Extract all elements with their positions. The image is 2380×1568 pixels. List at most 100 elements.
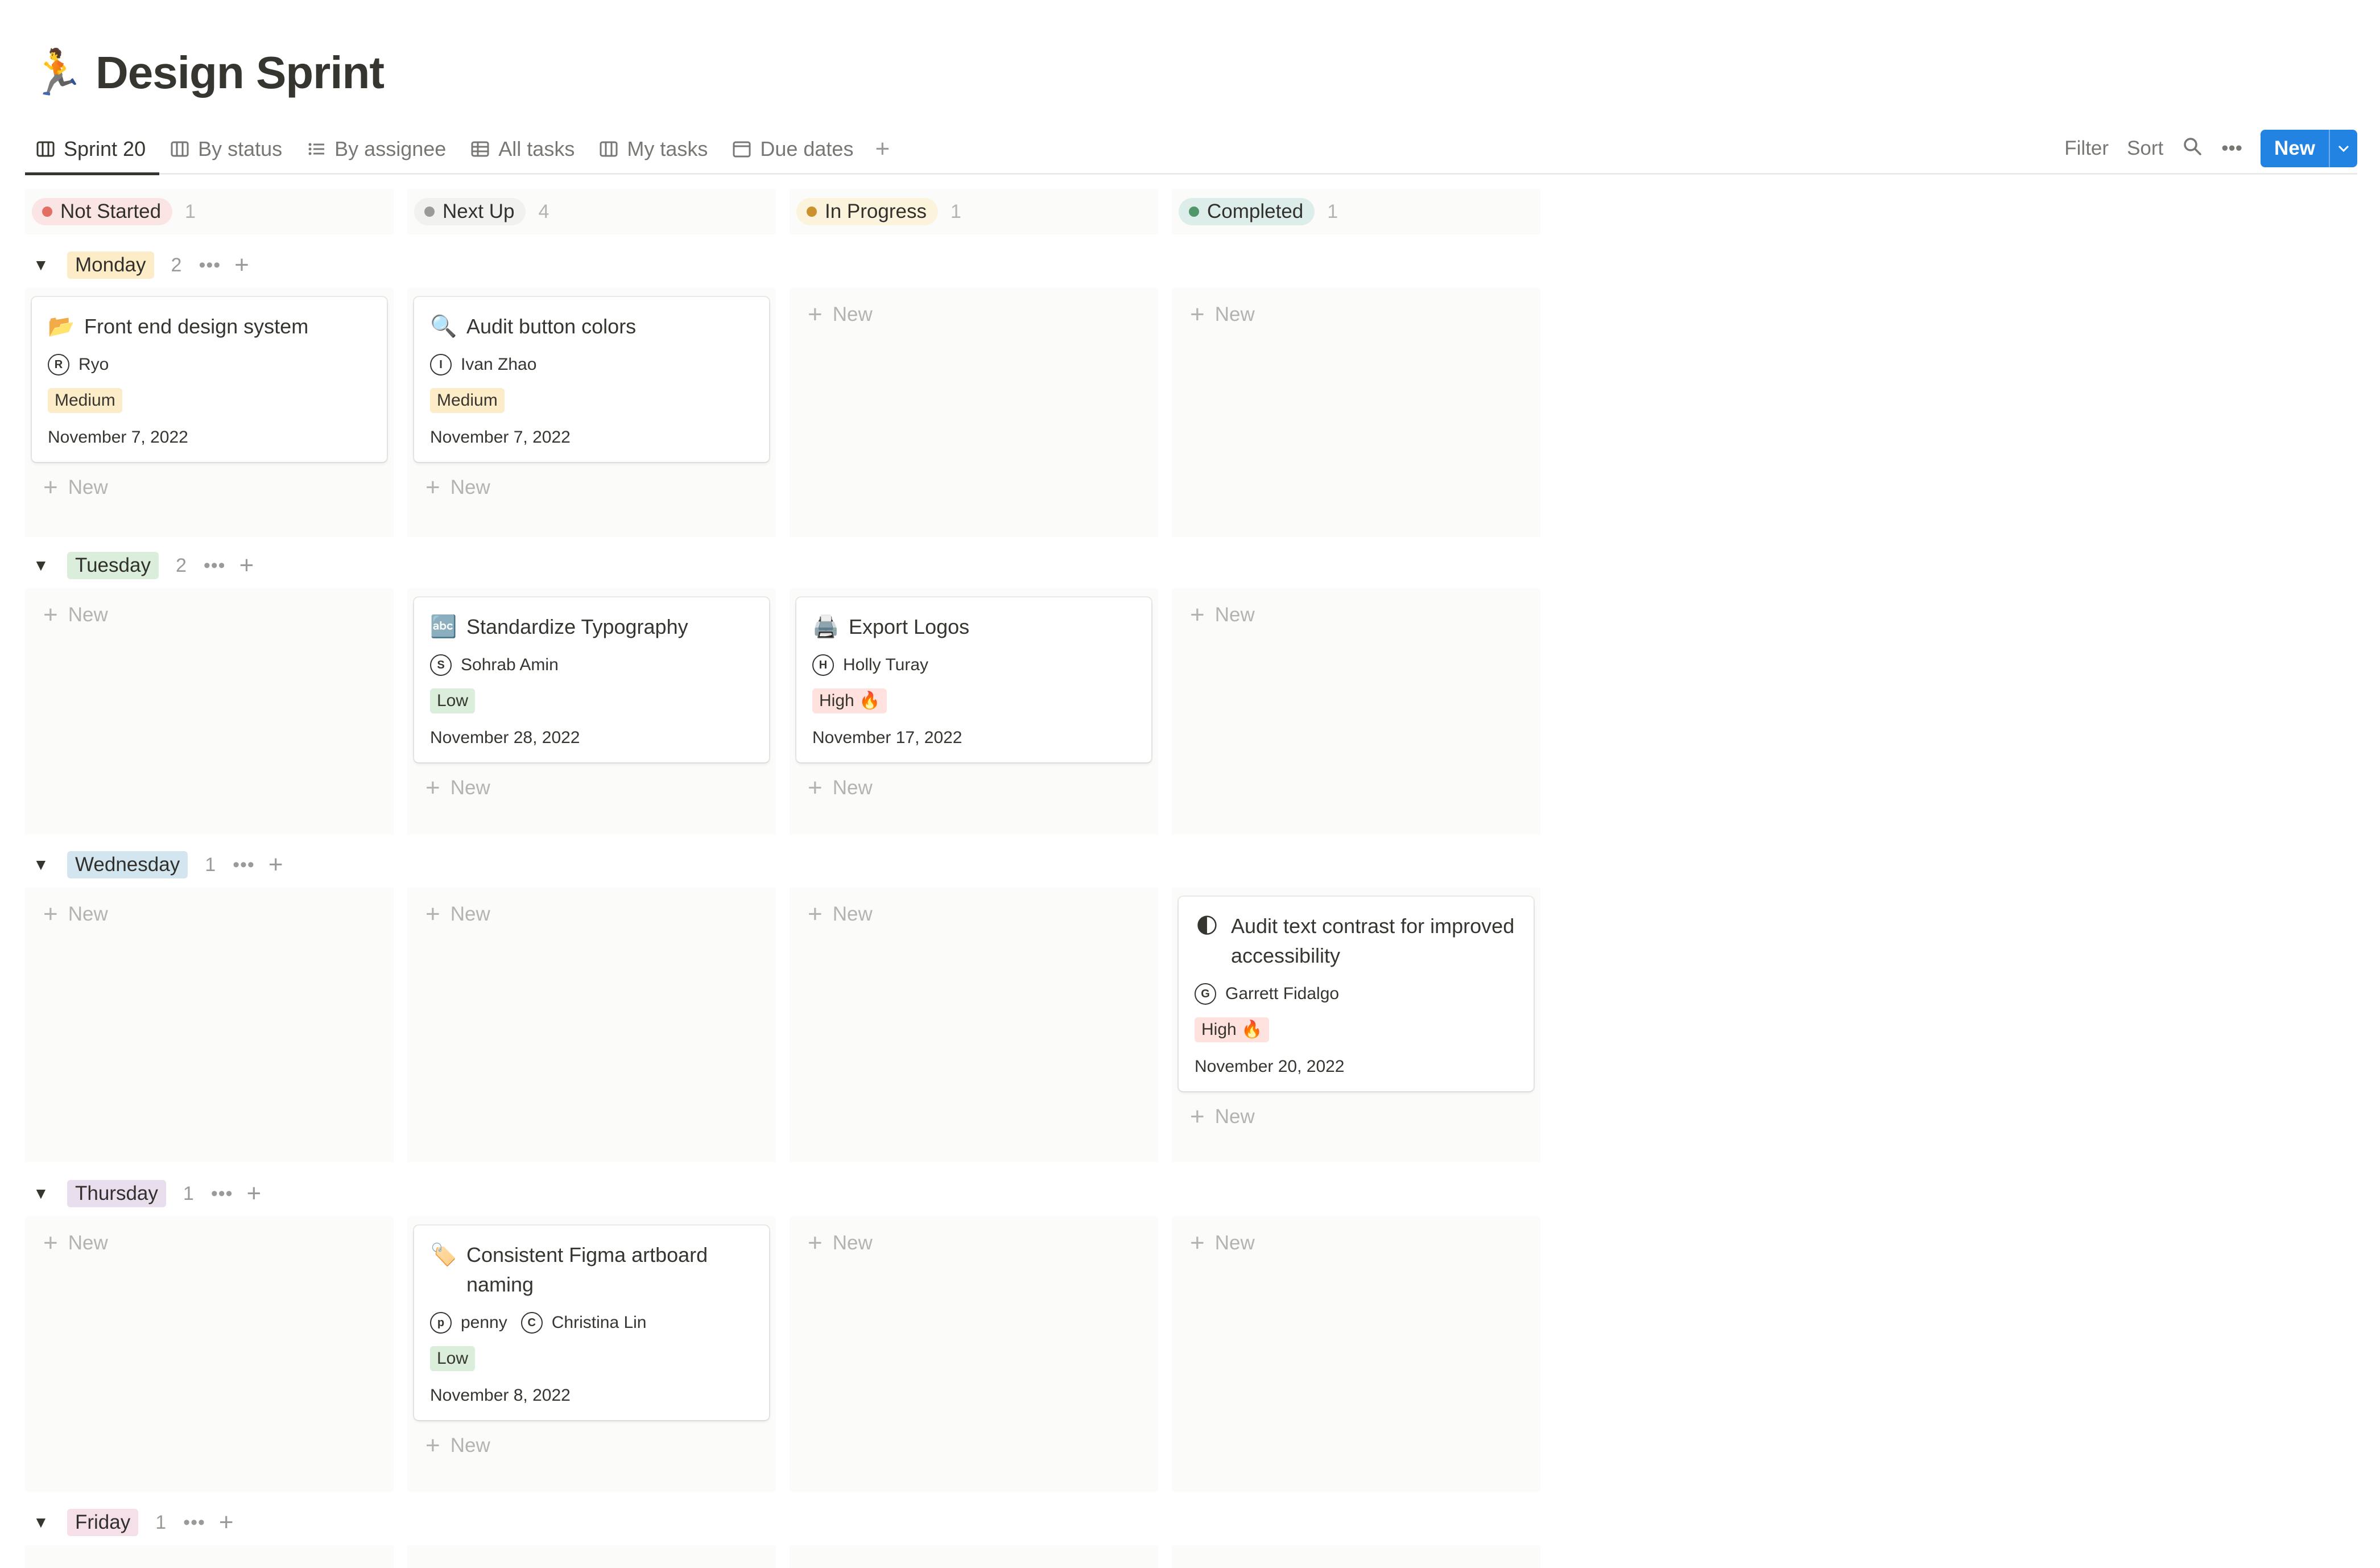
add-new-button[interactable]: + New: [414, 770, 769, 806]
tab-sprint-20[interactable]: Sprint 20: [25, 130, 156, 168]
group-header-monday: ▼ Monday 2 ••• +: [33, 248, 249, 282]
tab-by-assignee[interactable]: By assignee: [296, 130, 456, 168]
add-card-icon[interactable]: +: [234, 253, 249, 278]
avatar: H: [812, 654, 834, 676]
add-new-button[interactable]: + New: [32, 597, 387, 633]
status-label: Completed: [1207, 200, 1304, 222]
add-new-label: New: [1214, 303, 1255, 325]
column-header-completed[interactable]: Completed 1: [1172, 189, 1540, 234]
search-icon[interactable]: [2181, 135, 2203, 162]
task-card[interactable]: 🔤 Standardize Typography S Sohrab Amin Low No…: [414, 597, 769, 762]
active-tab-underline: [25, 172, 159, 175]
add-new-button[interactable]: + New: [1179, 1225, 1534, 1261]
task-card[interactable]: 🏷️ Consistent Figma artboard naming p penny…: [414, 1225, 769, 1420]
add-card-icon[interactable]: +: [219, 1510, 234, 1535]
more-options-icon[interactable]: •••: [199, 254, 221, 277]
group-label[interactable]: Monday: [67, 251, 154, 279]
view-tabs-bar: Sprint 20 By status By assignee All task…: [25, 126, 2357, 175]
add-card-icon[interactable]: +: [268, 852, 283, 877]
add-new-button[interactable]: + New: [414, 1428, 769, 1463]
task-card[interactable]: 🔍 Audit button colors I Ivan Zhao Medium Nove…: [414, 297, 769, 462]
plus-icon: +: [808, 300, 823, 328]
task-card[interactable]: 📂 Front end design system R Ryo Medium Novemb…: [32, 297, 387, 462]
status-pill: Not Started: [32, 198, 173, 225]
group-label[interactable]: Friday: [67, 1509, 139, 1536]
add-new-label: New: [68, 1232, 108, 1254]
add-new-label: New: [68, 604, 108, 626]
chevron-down-icon[interactable]: [2329, 130, 2357, 167]
add-new-button[interactable]: + New: [1179, 1099, 1534, 1134]
column-header-next-up[interactable]: Next Up 4: [407, 189, 776, 234]
add-new-button[interactable]: + New: [414, 470, 769, 505]
card-date: November 20, 2022: [1195, 1057, 1345, 1076]
collapse-caret-icon[interactable]: ▼: [33, 1185, 56, 1203]
task-card[interactable]: 🖨️ Export Logos H Holly Turay High 🔥 November…: [796, 597, 1151, 762]
status-pill: Completed: [1179, 198, 1315, 225]
card-assignee: S Sohrab Amin: [430, 654, 753, 676]
status-pill: In Progress: [796, 198, 938, 225]
collapse-caret-icon[interactable]: ▼: [33, 556, 56, 575]
collapse-caret-icon[interactable]: ▼: [33, 856, 56, 874]
add-new-label: New: [1214, 604, 1255, 626]
status-dot: [1189, 207, 1199, 217]
assignee-name: Holly Turay: [843, 655, 929, 674]
add-new-button[interactable]: + New: [32, 1225, 387, 1261]
task-card[interactable]: 🌓 Audit text contrast for improved access…: [1179, 897, 1534, 1091]
group-label[interactable]: Wednesday: [67, 851, 188, 878]
add-new-button[interactable]: + New: [796, 770, 1151, 806]
more-options-icon[interactable]: •••: [2221, 137, 2242, 160]
priority-badge: Medium: [430, 388, 505, 413]
tab-due-dates[interactable]: Due dates: [721, 130, 863, 168]
add-card-icon[interactable]: +: [239, 553, 254, 578]
add-view-icon[interactable]: +: [867, 135, 898, 163]
group-label[interactable]: Tuesday: [67, 552, 159, 579]
add-new-button[interactable]: + New: [414, 897, 769, 932]
status-dot: [807, 207, 817, 217]
more-options-icon[interactable]: •••: [204, 555, 226, 577]
board-cell: + New: [1172, 1216, 1540, 1492]
priority-badge: High 🔥: [1195, 1017, 1270, 1042]
card-title: Audit text contrast for improved accessi…: [1231, 914, 1515, 967]
plus-icon: +: [1190, 601, 1205, 629]
card-title: Standardize Typography: [466, 615, 688, 638]
new-button[interactable]: New: [2261, 130, 2357, 167]
avatar: G: [1195, 983, 1216, 1005]
tab-by-status[interactable]: By status: [159, 130, 292, 168]
card-assignee: R Ryo: [48, 354, 371, 376]
card-icon: 🏷️: [430, 1243, 457, 1267]
board-cell: 🖨️ Export Logos H Holly Turay High 🔥 November…: [790, 588, 1158, 834]
more-options-icon[interactable]: •••: [183, 1512, 205, 1534]
column-header-in-progress[interactable]: In Progress 1: [790, 189, 1158, 234]
sort-button[interactable]: Sort: [2127, 137, 2163, 160]
group-label[interactable]: Thursday: [67, 1180, 166, 1207]
add-new-button[interactable]: + New: [796, 1225, 1151, 1261]
column-header-not-started[interactable]: Not Started 1: [25, 189, 394, 234]
card-icon: 🖨️: [812, 615, 840, 639]
add-new-button[interactable]: + New: [32, 897, 387, 932]
more-options-icon[interactable]: •••: [211, 1183, 233, 1205]
card-date: November 17, 2022: [812, 728, 962, 747]
page-title[interactable]: Design Sprint: [96, 47, 385, 99]
add-new-button[interactable]: + New: [1179, 297, 1534, 332]
avatar: I: [430, 354, 452, 376]
add-new-button[interactable]: + New: [796, 897, 1151, 932]
board-cell: [1172, 1545, 1540, 1568]
tab-all-tasks[interactable]: All tasks: [460, 130, 585, 168]
add-new-button[interactable]: + New: [1179, 597, 1534, 633]
more-options-icon[interactable]: •••: [233, 854, 255, 876]
list-icon: [306, 139, 327, 159]
add-new-button[interactable]: + New: [796, 297, 1151, 332]
group-row: + New 🔤 Standardize Typography S Sohrab Amin L…: [25, 588, 1540, 834]
add-new-button[interactable]: + New: [32, 470, 387, 505]
page-icon[interactable]: 🏃: [30, 47, 85, 99]
filter-button[interactable]: Filter: [2064, 137, 2109, 160]
add-card-icon[interactable]: +: [247, 1181, 262, 1206]
card-title-row: 🔍 Audit button colors: [430, 312, 753, 341]
card-assignee: p penny C Christina Lin: [430, 1312, 753, 1334]
card-date: November 8, 2022: [430, 1386, 571, 1405]
column-count: 1: [1327, 200, 1338, 222]
collapse-caret-icon[interactable]: ▼: [33, 256, 56, 274]
tab-my-tasks[interactable]: My tasks: [588, 130, 718, 168]
collapse-caret-icon[interactable]: ▼: [33, 1513, 56, 1532]
card-date: November 7, 2022: [430, 428, 571, 447]
